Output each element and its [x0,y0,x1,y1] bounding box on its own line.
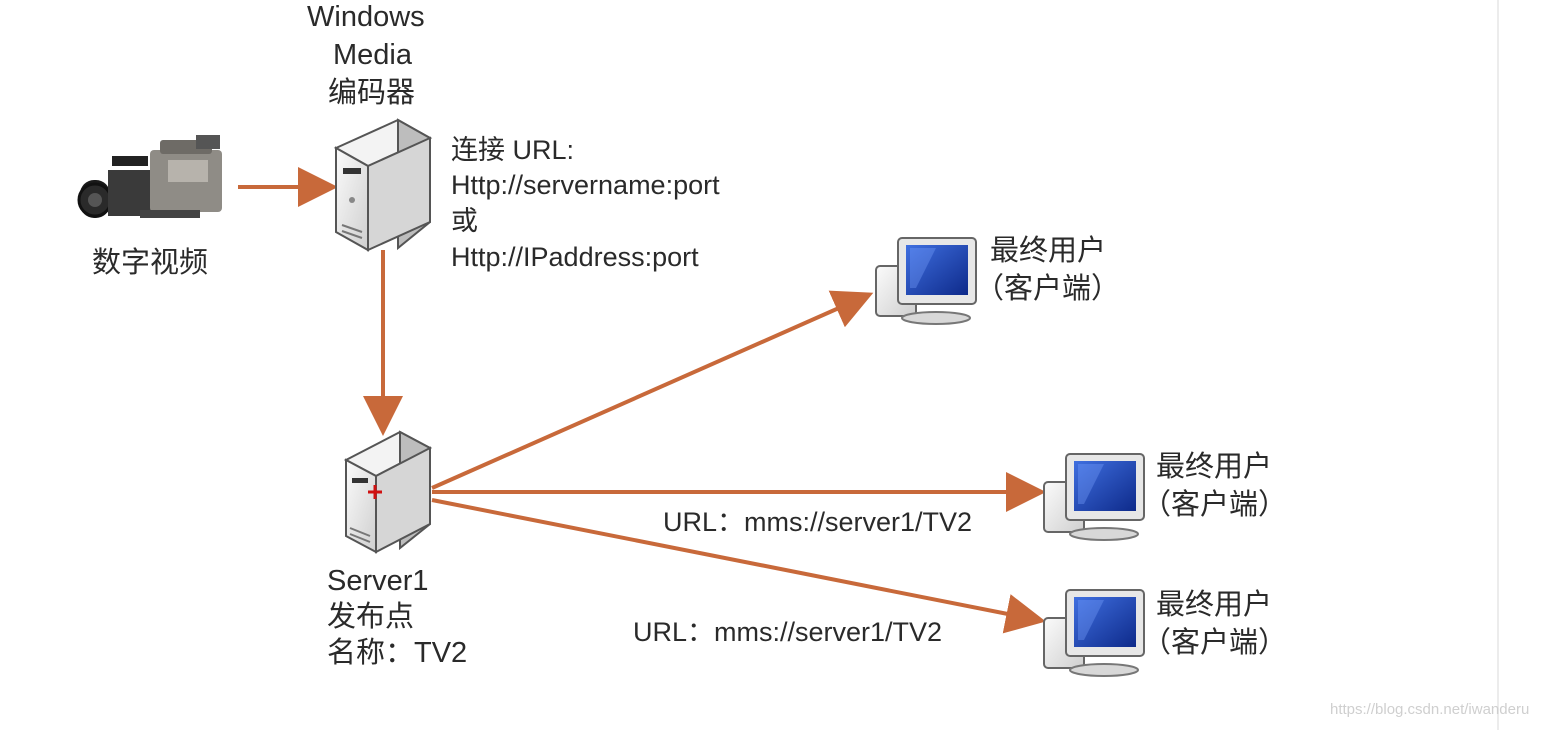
right-divider [1497,0,1499,730]
server-publish-point: 发布点 [327,601,415,633]
encoder-title-line2: Media [333,39,412,71]
url-option-1: Http://servername:port [451,170,720,200]
client-2-label-line2: （客户端） [1142,489,1288,521]
connect-url-label: 连接 URL: [451,135,575,165]
client-computer-icon-1 [875,237,977,325]
server-name: Server1 [327,565,429,597]
client-computer-icon-3 [1043,589,1145,677]
or-label: 或 [451,206,478,236]
url-label-middle: URL：mms://server1/TV2 [663,507,973,537]
encoder-title-line1: Windows [307,1,425,33]
client-2-label-line1: 最终用户 [1156,451,1273,483]
watermark: https://blog.csdn.net/iwanderu [1330,701,1530,718]
arrow-server-to-client-1 [431,290,874,490]
source-label: 数字视频 [92,247,209,279]
encoder-title-line3: 编码器 [328,77,416,109]
url-label-bottom: URL：mms://server1/TV2 [633,617,943,647]
client-3-label-line1: 最终用户 [1156,589,1273,621]
encoder-server-icon [333,118,433,252]
server-publish-name: 名称：TV2 [327,637,468,669]
client-computer-icon-2 [1043,453,1145,541]
url-option-2: Http://IPaddress:port [451,242,699,272]
client-3-label-line2: （客户端） [1142,627,1288,659]
server1-icon [343,430,433,554]
client-1-label-line2: （客户端） [975,273,1121,305]
client-1-label-line1: 最终用户 [990,235,1107,267]
video-camera-icon [77,135,222,218]
